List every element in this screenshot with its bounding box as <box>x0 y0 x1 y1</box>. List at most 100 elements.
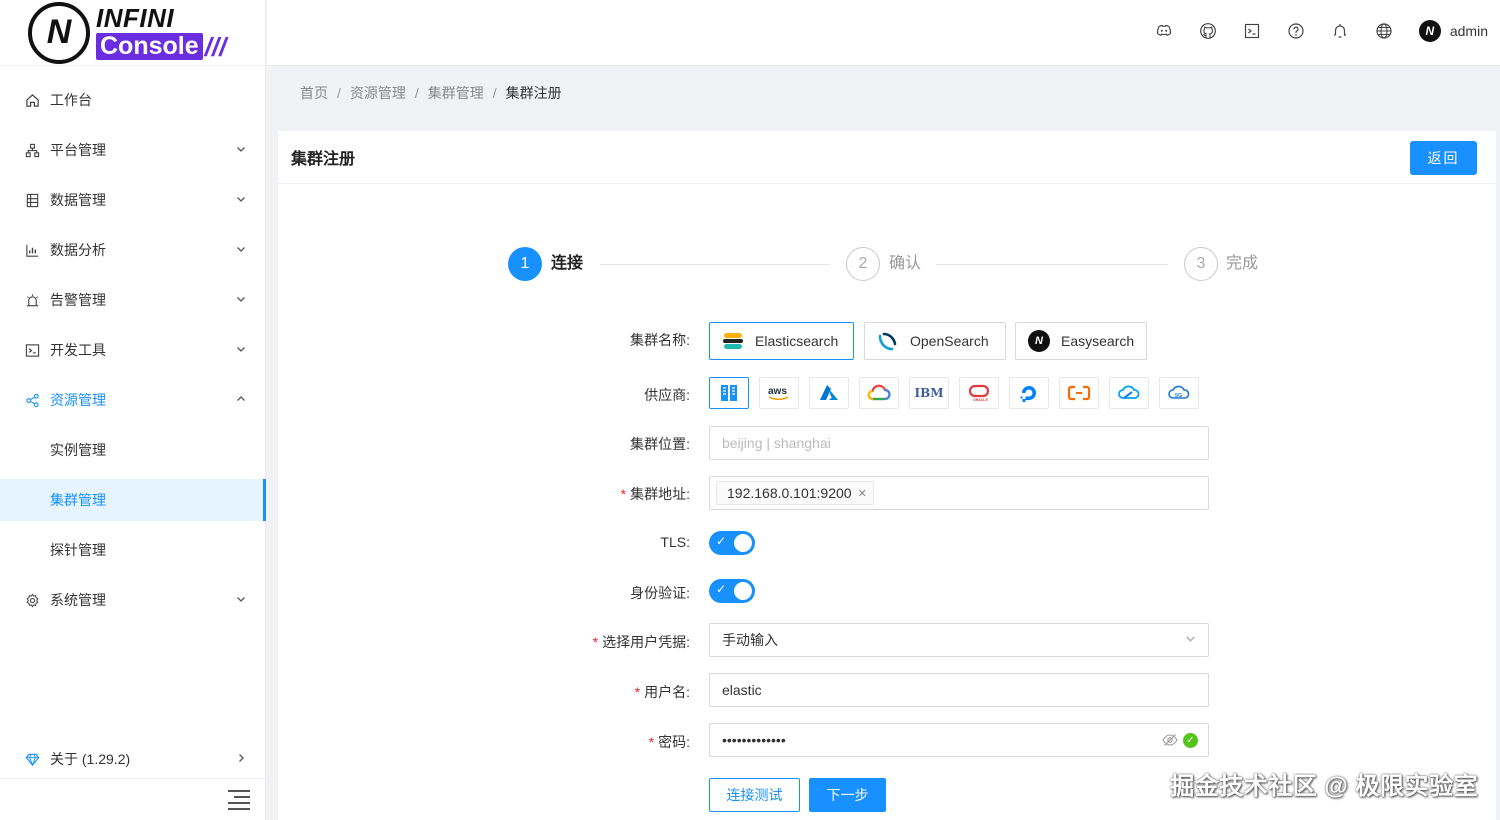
logo-infini-text: INFINI <box>96 3 175 33</box>
step-2-icon: 2 <box>846 247 880 281</box>
breadcrumb-current: 集群注册 <box>505 85 562 101</box>
avatar[interactable]: N <box>1418 20 1441 42</box>
breadcrumb-resources[interactable]: 资源管理 <box>350 83 406 103</box>
azure-provider-icon[interactable] <box>809 377 849 409</box>
step-connector <box>936 264 1168 265</box>
svg-text:ORACLE: ORACLE <box>973 398 988 402</box>
location-label: 集群位置: <box>630 436 690 452</box>
tencent-cloud-provider-icon[interactable] <box>1109 377 1149 409</box>
elasticsearch-option[interactable]: Elasticsearch <box>709 322 854 360</box>
address-input[interactable]: 192.168.0.101:9200 ✕ <box>709 476 1209 510</box>
opensearch-option[interactable]: OpenSearch <box>864 322 1006 360</box>
username-label: * 用户名: <box>634 684 690 700</box>
location-input[interactable]: beijing | shanghai <box>709 426 1209 460</box>
tls-label: TLS: <box>660 534 690 550</box>
auth-toggle[interactable]: ✓ <box>709 579 755 603</box>
eye-invisible-icon[interactable] <box>1162 733 1178 747</box>
address-tag-text: 192.168.0.101:9200 <box>727 485 852 501</box>
username[interactable]: admin <box>1450 23 1488 39</box>
globe-icon[interactable] <box>1375 22 1393 40</box>
settings-icon <box>24 592 40 608</box>
close-icon[interactable]: ✕ <box>858 487 867 500</box>
huawei-cloud-provider-icon[interactable]: 5G <box>1159 377 1199 409</box>
github-icon[interactable] <box>1199 22 1217 40</box>
tls-toggle[interactable]: ✓ <box>709 531 755 555</box>
sidebar-item-about[interactable]: 关于 (1.29.2) <box>0 738 266 780</box>
back-button[interactable]: 返回 <box>1410 141 1477 175</box>
sidebar-item-resources[interactable]: 资源管理 <box>0 379 266 421</box>
sidebar-item-instances[interactable]: 实例管理 <box>0 429 266 471</box>
test-connection-button[interactable]: 连接测试 <box>709 778 800 812</box>
step-1-icon: 1 <box>508 247 542 281</box>
sidebar: N INFINI Console /// 工作台 平台管理 数据管理 数据分析 … <box>0 0 266 820</box>
password-label: * 密码: <box>648 734 690 750</box>
username-input[interactable]: elastic <box>709 673 1209 707</box>
breadcrumb-separator: / <box>337 85 341 101</box>
page-title: 集群注册 <box>291 151 356 168</box>
logo-console-text: Console <box>96 33 203 60</box>
oracle-provider-icon[interactable]: ORACLE <box>959 377 999 409</box>
logo-slashes: /// <box>204 31 227 62</box>
digitalocean-provider-icon[interactable] <box>1009 377 1049 409</box>
on-prem-provider-icon[interactable] <box>709 377 749 409</box>
sidebar-item-platform[interactable]: 平台管理 <box>0 129 266 171</box>
svg-text:aws: aws <box>768 386 787 397</box>
sidebar-item-workbench[interactable]: 工作台 <box>0 79 266 121</box>
aws-provider-icon[interactable]: aws <box>759 377 799 409</box>
step-3-icon: 3 <box>1184 247 1218 281</box>
chevron-down-icon <box>1185 633 1196 647</box>
terminal-icon[interactable] <box>1243 22 1261 40</box>
sidebar-item-analytics[interactable]: 数据分析 <box>0 229 266 271</box>
password-value: ••••••••••••• <box>722 732 786 748</box>
sidebar-item-label: 数据管理 <box>50 192 106 208</box>
bell-icon[interactable] <box>1331 22 1349 40</box>
chevron-down-icon <box>236 194 246 207</box>
svg-text:5G: 5G <box>1175 393 1182 399</box>
ibm-provider-icon[interactable]: IBM <box>909 377 949 409</box>
about-version: 关于 (1.29.2) <box>50 751 131 767</box>
sidebar-item-data[interactable]: 数据管理 <box>0 179 266 221</box>
code-icon <box>24 342 40 358</box>
breadcrumb-separator: / <box>414 85 419 101</box>
next-step-button[interactable]: 下一步 <box>809 778 886 812</box>
top-header: N admin <box>267 0 1500 66</box>
breadcrumb-home[interactable]: 首页 <box>300 83 328 103</box>
username-value: elastic <box>722 682 762 698</box>
breadcrumb: 首页 / 资源管理 / 集群管理 / 集群注册 <box>300 83 562 103</box>
breadcrumb-separator: / <box>492 85 497 101</box>
help-icon[interactable] <box>1287 22 1305 40</box>
sidebar-item-clusters[interactable]: 集群管理 <box>0 479 266 521</box>
sidebar-item-devtools[interactable]: 开发工具 <box>0 329 266 371</box>
address-label: * 集群地址: <box>620 486 690 502</box>
sidebar-item-label: 开发工具 <box>50 342 106 358</box>
sidebar-item-alerts[interactable]: 告警管理 <box>0 279 266 321</box>
discord-icon[interactable] <box>1155 22 1173 40</box>
credential-select[interactable]: 手动输入 <box>709 623 1209 657</box>
credential-label: * 选择用户凭据: <box>592 634 690 650</box>
sidebar-item-agents[interactable]: 探针管理 <box>0 529 266 571</box>
chevron-right-icon <box>236 753 246 766</box>
credential-value: 手动输入 <box>722 632 778 648</box>
cluster-icon <box>24 142 40 158</box>
chevron-down-icon <box>236 244 246 257</box>
step-connector <box>600 264 830 265</box>
auth-label: 身份验证: <box>630 585 690 601</box>
sidebar-item-system[interactable]: 系统管理 <box>0 579 266 621</box>
logo[interactable]: N INFINI Console /// <box>0 0 265 66</box>
elasticsearch-label: Elasticsearch <box>755 333 839 349</box>
easysearch-icon: N <box>1028 330 1050 352</box>
watermark: 掘金技术社区 @ 极限实验室 <box>1170 773 1478 800</box>
easysearch-option[interactable]: N Easysearch <box>1015 322 1147 360</box>
step-1-label: 连接 <box>551 255 584 272</box>
breadcrumb-clusters[interactable]: 集群管理 <box>428 83 484 103</box>
password-input[interactable]: ••••••••••••• ✓ <box>709 723 1209 757</box>
sidebar-item-label: 工作台 <box>50 92 92 108</box>
elasticsearch-icon <box>722 330 744 352</box>
alarm-icon <box>24 292 40 308</box>
menu-collapse-icon[interactable] <box>228 790 250 810</box>
check-circle-icon: ✓ <box>1183 733 1198 748</box>
alibaba-cloud-provider-icon[interactable] <box>1059 377 1099 409</box>
step-2-label: 确认 <box>889 255 922 272</box>
google-cloud-provider-icon[interactable] <box>859 377 899 409</box>
chevron-down-icon <box>236 144 246 157</box>
